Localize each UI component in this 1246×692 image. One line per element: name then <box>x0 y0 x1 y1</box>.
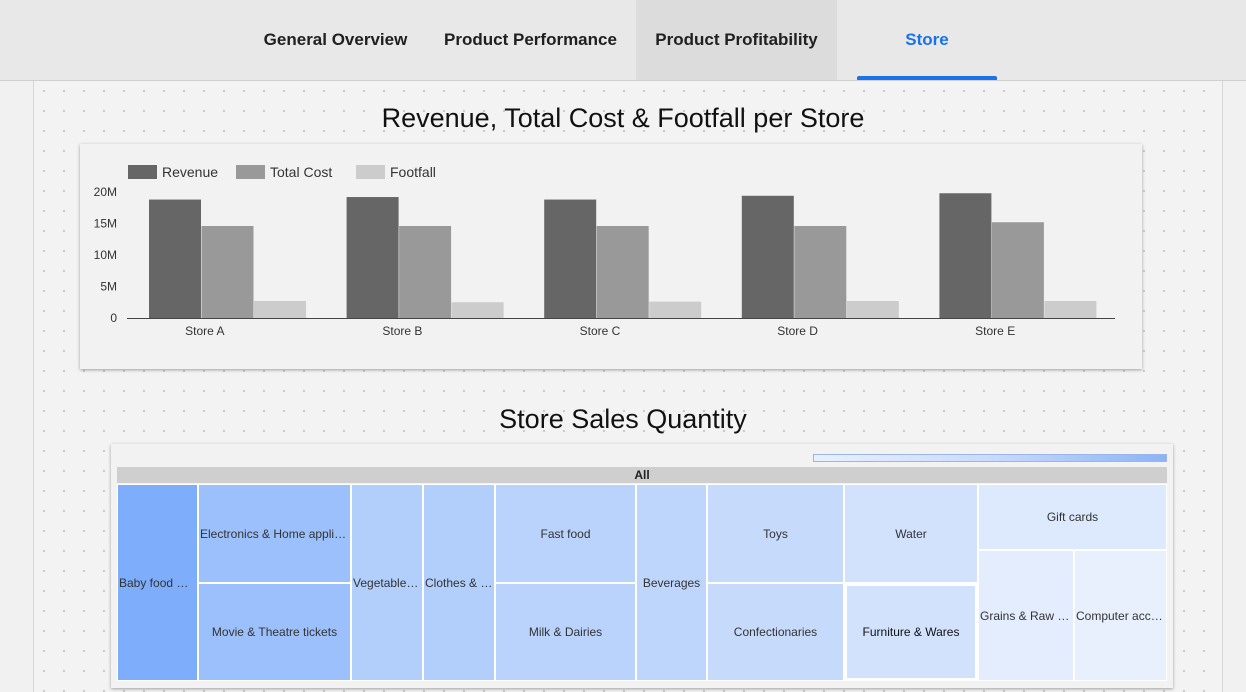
legend-swatch-2 <box>356 165 385 179</box>
bar-chart: Revenue Total Cost Footfall 0 5M 10M 15M 20M Sto… <box>94 164 1115 338</box>
legend-label-2: Footfall <box>390 164 436 180</box>
treemap-cell-toys[interactable]: Toys <box>707 484 844 583</box>
tab-product-profitability[interactable]: Product Profitability <box>636 0 837 80</box>
treemap-root-header[interactable]: All <box>117 467 1167 483</box>
treemap-cell-gift-cards[interactable]: Gift cards <box>978 484 1167 550</box>
bar-revenue-2 <box>544 199 597 318</box>
bar-revenue-4 <box>939 193 992 318</box>
bar-revenue-0 <box>149 199 201 318</box>
page-nav-bar: General Overview Product Performance Pro… <box>0 0 1246 129</box>
legend-swatch-1 <box>236 165 265 179</box>
bar-total-cost-1 <box>399 226 452 318</box>
bar-footfall-4 <box>1044 300 1097 318</box>
bar-footfall-0 <box>254 300 306 318</box>
y-tick-label: 20M <box>94 185 117 199</box>
x-tick-label: Store C <box>580 324 621 338</box>
bar-revenue-3 <box>741 195 794 318</box>
treemap-cell-grains[interactable]: Grains & Raw fo... <box>978 550 1074 681</box>
treemap-cell-baby-food[interactable]: Baby food & P... <box>117 484 198 681</box>
bar-chart-card[interactable]: Revenue Total Cost Footfall 0 5M 10M 15M 20M Sto… <box>80 144 1142 369</box>
y-tick-label: 10M <box>94 248 117 262</box>
treemap-cell-beverages[interactable]: Beverages <box>636 484 707 681</box>
bar-footfall-2 <box>649 301 702 318</box>
legend-label-1: Total Cost <box>270 164 332 180</box>
treemap-cell-confectionaries[interactable]: Confectionaries <box>707 583 844 681</box>
bar-footfall-1 <box>451 302 504 318</box>
treemap-cell-electronics[interactable]: Electronics & Home applian... <box>198 484 351 583</box>
bar-total-cost-3 <box>794 226 847 318</box>
treemap-cell-furniture-wares[interactable]: Furniture & Wares <box>844 583 978 681</box>
tab-general-overview[interactable]: General Overview <box>246 0 425 80</box>
x-tick-label: Store B <box>382 324 422 338</box>
legend-label-0: Revenue <box>162 164 218 180</box>
x-tick-label: Store D <box>777 324 818 338</box>
tab-product-performance[interactable]: Product Performance <box>425 0 636 80</box>
x-tick-label: Store A <box>185 324 224 338</box>
treemap-cell-milk-dairies[interactable]: Milk & Dairies <box>495 583 636 681</box>
bar-total-cost-4 <box>991 222 1044 318</box>
treemap-cell-movie-theatre[interactable]: Movie & Theatre tickets <box>198 583 351 681</box>
treemap-cell-vegetables[interactable]: Vegetables... <box>351 484 423 681</box>
legend-swatch-0 <box>128 165 157 179</box>
treemap-cell-computer-accessories[interactable]: Computer acce... <box>1074 550 1167 681</box>
bar-total-cost-0 <box>201 226 254 318</box>
bar-footfall-3 <box>846 300 899 318</box>
treemap-title: Store Sales Quantity <box>499 404 747 434</box>
y-tick-label: 5M <box>100 280 117 294</box>
x-tick-label: Store E <box>975 324 1015 338</box>
treemap-color-scale <box>813 454 1167 462</box>
bar-chart-title: Revenue, Total Cost & Footfall per Store <box>381 103 865 133</box>
bar-total-cost-2 <box>596 226 649 318</box>
bar-revenue-1 <box>346 197 399 318</box>
treemap-cell-fast-food[interactable]: Fast food <box>495 484 636 583</box>
treemap-cell-clothes[interactable]: Clothes & S... <box>423 484 495 681</box>
y-tick-label: 15M <box>94 217 117 231</box>
treemap-cell-water[interactable]: Water <box>844 484 978 583</box>
tab-store-profitability[interactable]: Store Profitability <box>857 0 997 129</box>
y-tick-label: 0 <box>110 311 117 325</box>
